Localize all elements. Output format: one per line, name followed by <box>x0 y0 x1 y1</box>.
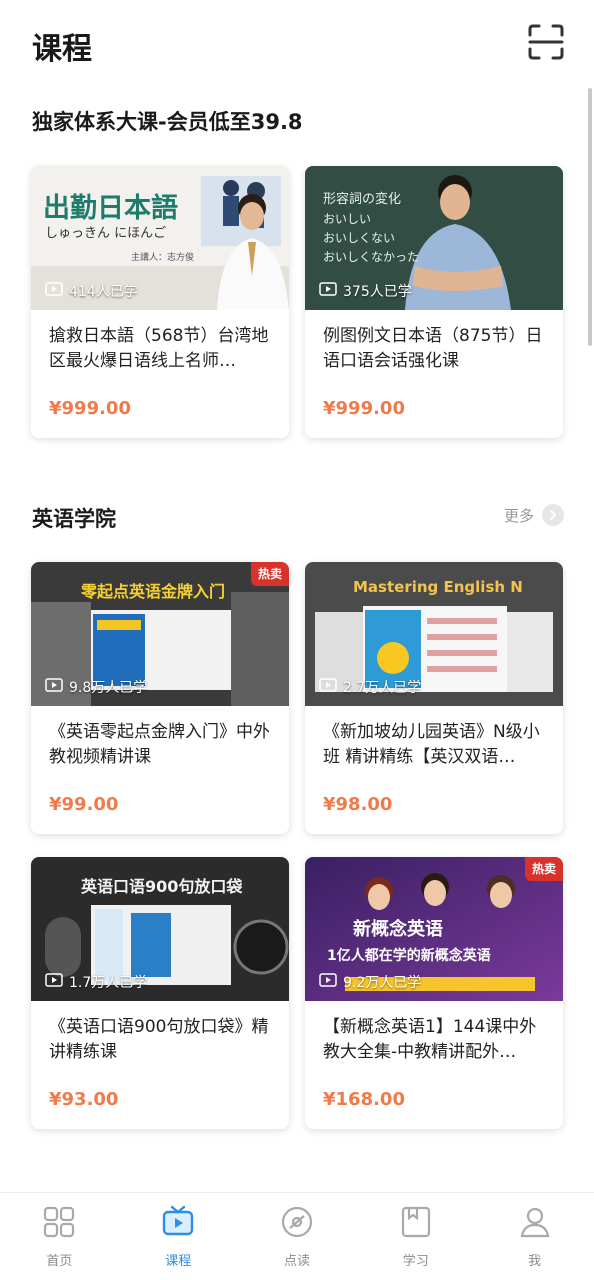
course-title: 《英语零起点金牌入门》中外教视频精讲课 <box>49 722 270 767</box>
thumb-lecturer: 主講人：志方俊 <box>131 253 195 263</box>
course-card[interactable]: Mastering English N 2.7万人已学 《新加坡幼儿园英语》N级… <box>305 562 563 834</box>
course-price: ¥98.00 <box>323 794 393 815</box>
hot-badge: 热卖 <box>251 562 289 586</box>
thumb-headline: 新概念英语 <box>353 919 443 940</box>
play-icon <box>319 282 337 300</box>
course-thumbnail: 新概念英语 1亿人都在学的新概念英语 热卖 9.2万人已学 <box>305 857 563 1001</box>
study-book-icon <box>398 1204 434 1244</box>
course-price: ¥93.00 <box>49 1089 119 1110</box>
course-card[interactable]: 英语口语900句放口袋 1.7万人已学 《英语口语900句放口袋》精讲精练课 ¥… <box>31 857 289 1129</box>
course-tv-icon <box>160 1204 196 1244</box>
more-button[interactable]: 更多 <box>504 504 564 526</box>
course-title: 例图例文日本语（875节）日语口语会话强化课 <box>323 326 543 371</box>
course-price: ¥168.00 <box>323 1089 405 1110</box>
learner-count: 375人已学 <box>319 281 412 301</box>
learner-count: 2.7万人已学 <box>319 677 421 697</box>
more-label: 更多 <box>503 506 534 525</box>
thumb-headline: 出勤日本語 <box>43 193 178 224</box>
play-icon <box>319 973 337 991</box>
thumb-headline: 形容詞の変化 <box>323 192 402 207</box>
chevron-right-icon <box>542 504 564 526</box>
hot-badge: 热卖 <box>525 857 563 881</box>
course-title: 搶救日本語（568节）台湾地区最火爆日语线上名师… <box>49 326 269 371</box>
tab-course[interactable]: 课程 <box>119 1193 238 1280</box>
thumb-subtitle: 1亿人都在学的新概念英语 <box>327 948 491 964</box>
course-price: ¥999.00 <box>49 398 131 419</box>
course-card[interactable]: 零起点英语金牌入门 热卖 9.8万人已学 《英语零起点金牌入门》中外教视频精讲课… <box>31 562 289 834</box>
tab-label: 学习 <box>402 1254 429 1269</box>
course-card[interactable]: 新概念英语 1亿人都在学的新概念英语 热卖 9.2万人已学 【新概念英语1】14… <box>305 857 563 1129</box>
course-thumbnail: 出勤日本語 しゅっきん にほんご 主講人：志方俊 414人已学 <box>31 166 289 310</box>
tab-study[interactable]: 学习 <box>356 1193 475 1280</box>
thumb-headline: 零起点英语金牌入门 <box>81 582 226 601</box>
bottom-tab-bar: 首页 课程 点读 学习 我 <box>0 1192 594 1280</box>
course-price: ¥99.00 <box>49 794 119 815</box>
learner-count: 414人已学 <box>45 281 138 301</box>
play-icon <box>45 678 63 696</box>
profile-icon <box>517 1204 553 1244</box>
page-title: 课程 <box>32 32 92 67</box>
tab-label: 点读 <box>283 1254 310 1269</box>
home-grid-icon <box>41 1204 77 1244</box>
section-title-exclusive: 独家体系大课-会员低至39.8 <box>32 110 303 134</box>
scrollbar[interactable] <box>588 88 592 346</box>
thumb-board-lines: おいしい おいしくない おいしくなかった <box>323 212 420 264</box>
tab-label: 首页 <box>46 1254 73 1269</box>
scan-icon[interactable] <box>528 24 564 60</box>
course-title: 《新加坡幼儿园英语》N级小班 精讲精练【英汉双语… <box>323 722 540 767</box>
tab-me[interactable]: 我 <box>475 1193 594 1280</box>
course-price: ¥999.00 <box>323 398 405 419</box>
thumb-subtitle: しゅっきん にほんご <box>45 226 167 241</box>
play-icon <box>45 282 63 300</box>
course-title: 【新概念英语1】144课中外教大全集-中教精讲配外… <box>323 1017 537 1062</box>
thumb-headline: Mastering English N <box>353 578 523 596</box>
tab-read[interactable]: 点读 <box>238 1193 357 1280</box>
course-card[interactable]: 出勤日本語 しゅっきん にほんご 主講人：志方俊 414人已学 搶救日本語（56… <box>31 166 289 438</box>
course-thumbnail: Mastering English N 2.7万人已学 <box>305 562 563 706</box>
play-icon <box>45 973 63 991</box>
learner-count: 1.7万人已学 <box>45 972 147 992</box>
course-card[interactable]: 形容詞の変化 おいしい おいしくない おいしくなかった 375人已学 例图例文日… <box>305 166 563 438</box>
section-title-english: 英语学院 <box>32 507 116 531</box>
tab-label: 我 <box>528 1254 542 1269</box>
thumb-headline: 英语口语900句放口袋 <box>81 877 243 896</box>
course-title: 《英语口语900句放口袋》精讲精练课 <box>49 1017 269 1062</box>
play-icon <box>319 678 337 696</box>
tab-home[interactable]: 首页 <box>0 1193 119 1280</box>
course-thumbnail: 英语口语900句放口袋 1.7万人已学 <box>31 857 289 1001</box>
read-disc-icon <box>279 1204 315 1244</box>
learner-count: 9.8万人已学 <box>45 677 147 697</box>
course-thumbnail: 零起点英语金牌入门 热卖 9.8万人已学 <box>31 562 289 706</box>
learner-count: 9.2万人已学 <box>319 972 421 992</box>
course-thumbnail: 形容詞の変化 おいしい おいしくない おいしくなかった 375人已学 <box>305 166 563 310</box>
tab-label: 课程 <box>165 1254 192 1269</box>
